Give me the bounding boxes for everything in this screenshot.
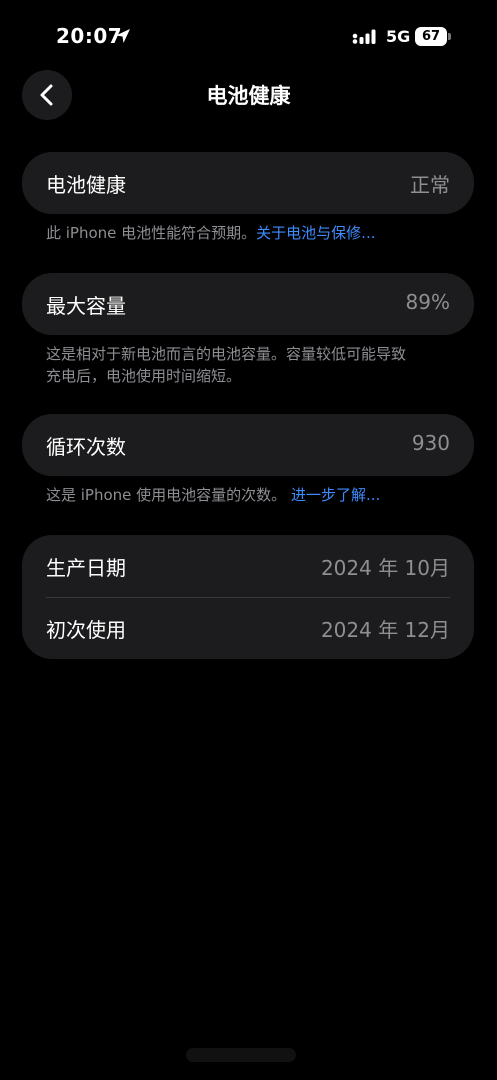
- battery-warranty-link[interactable]: 关于电池与保修...: [256, 224, 375, 242]
- battery-health-value: 正常: [410, 173, 450, 197]
- battery-health-row: 电池健康 正常: [22, 152, 474, 214]
- battery-icon: 67: [415, 27, 451, 46]
- cycle-count-row: 循环次数 930: [22, 414, 474, 476]
- battery-level: 67: [421, 29, 441, 44]
- max-capacity-value: 89%: [405, 290, 450, 314]
- battery-health-card: 电池健康 正常: [22, 152, 474, 214]
- cycle-count-label: 循环次数: [46, 435, 126, 459]
- battery-health-label: 电池健康: [46, 173, 126, 197]
- signal-icon: [352, 29, 376, 44]
- location-arrow-icon: [116, 29, 130, 43]
- first-use-value: 2024 年 12月: [320, 618, 450, 642]
- manufacture-date-label: 生产日期: [46, 556, 126, 580]
- max-capacity-note: 这是相对于新电池而言的电池容量。容量较低可能导致 充电后，电池使用时间缩短。: [46, 343, 456, 387]
- max-capacity-row: 最大容量 89%: [22, 273, 474, 335]
- page-title: 电池健康: [206, 84, 291, 108]
- home-indicator: [186, 1048, 296, 1062]
- battery-health-note-text: 此 iPhone 电池性能符合预期。: [46, 224, 257, 242]
- max-capacity-label: 最大容量: [46, 294, 126, 318]
- max-capacity-note-line1: 这是相对于新电池而言的电池容量。容量较低可能导致: [46, 345, 407, 363]
- cycle-count-card: 循环次数 930: [22, 414, 474, 476]
- dates-card: 生产日期 2024 年 10月 初次使用 2024 年 12月: [22, 535, 474, 659]
- cycle-count-note: 这是 iPhone 使用电池容量的次数。 进一步了解...: [46, 484, 456, 506]
- battery-health-note: 此 iPhone 电池性能符合预期。关于电池与保修...: [46, 222, 456, 244]
- manufacture-date-value: 2024 年 10月: [320, 556, 450, 580]
- cycle-count-note-text: 这是 iPhone 使用电池容量的次数。: [46, 486, 287, 504]
- max-capacity-card: 最大容量 89%: [22, 273, 474, 335]
- first-use-row: 初次使用 2024 年 12月: [22, 597, 474, 659]
- learn-more-link[interactable]: 进一步了解...: [291, 486, 380, 504]
- status-time: 20:07: [56, 24, 123, 48]
- first-use-label: 初次使用: [46, 618, 126, 642]
- network-label: 5G: [386, 27, 411, 46]
- manufacture-date-row: 生产日期 2024 年 10月: [22, 535, 474, 598]
- cycle-count-value: 930: [411, 431, 450, 455]
- max-capacity-note-line2: 充电后，电池使用时间缩短。: [46, 367, 242, 385]
- battery-cap: [448, 33, 451, 40]
- status-bar: 20:07 5G 67: [0, 0, 497, 72]
